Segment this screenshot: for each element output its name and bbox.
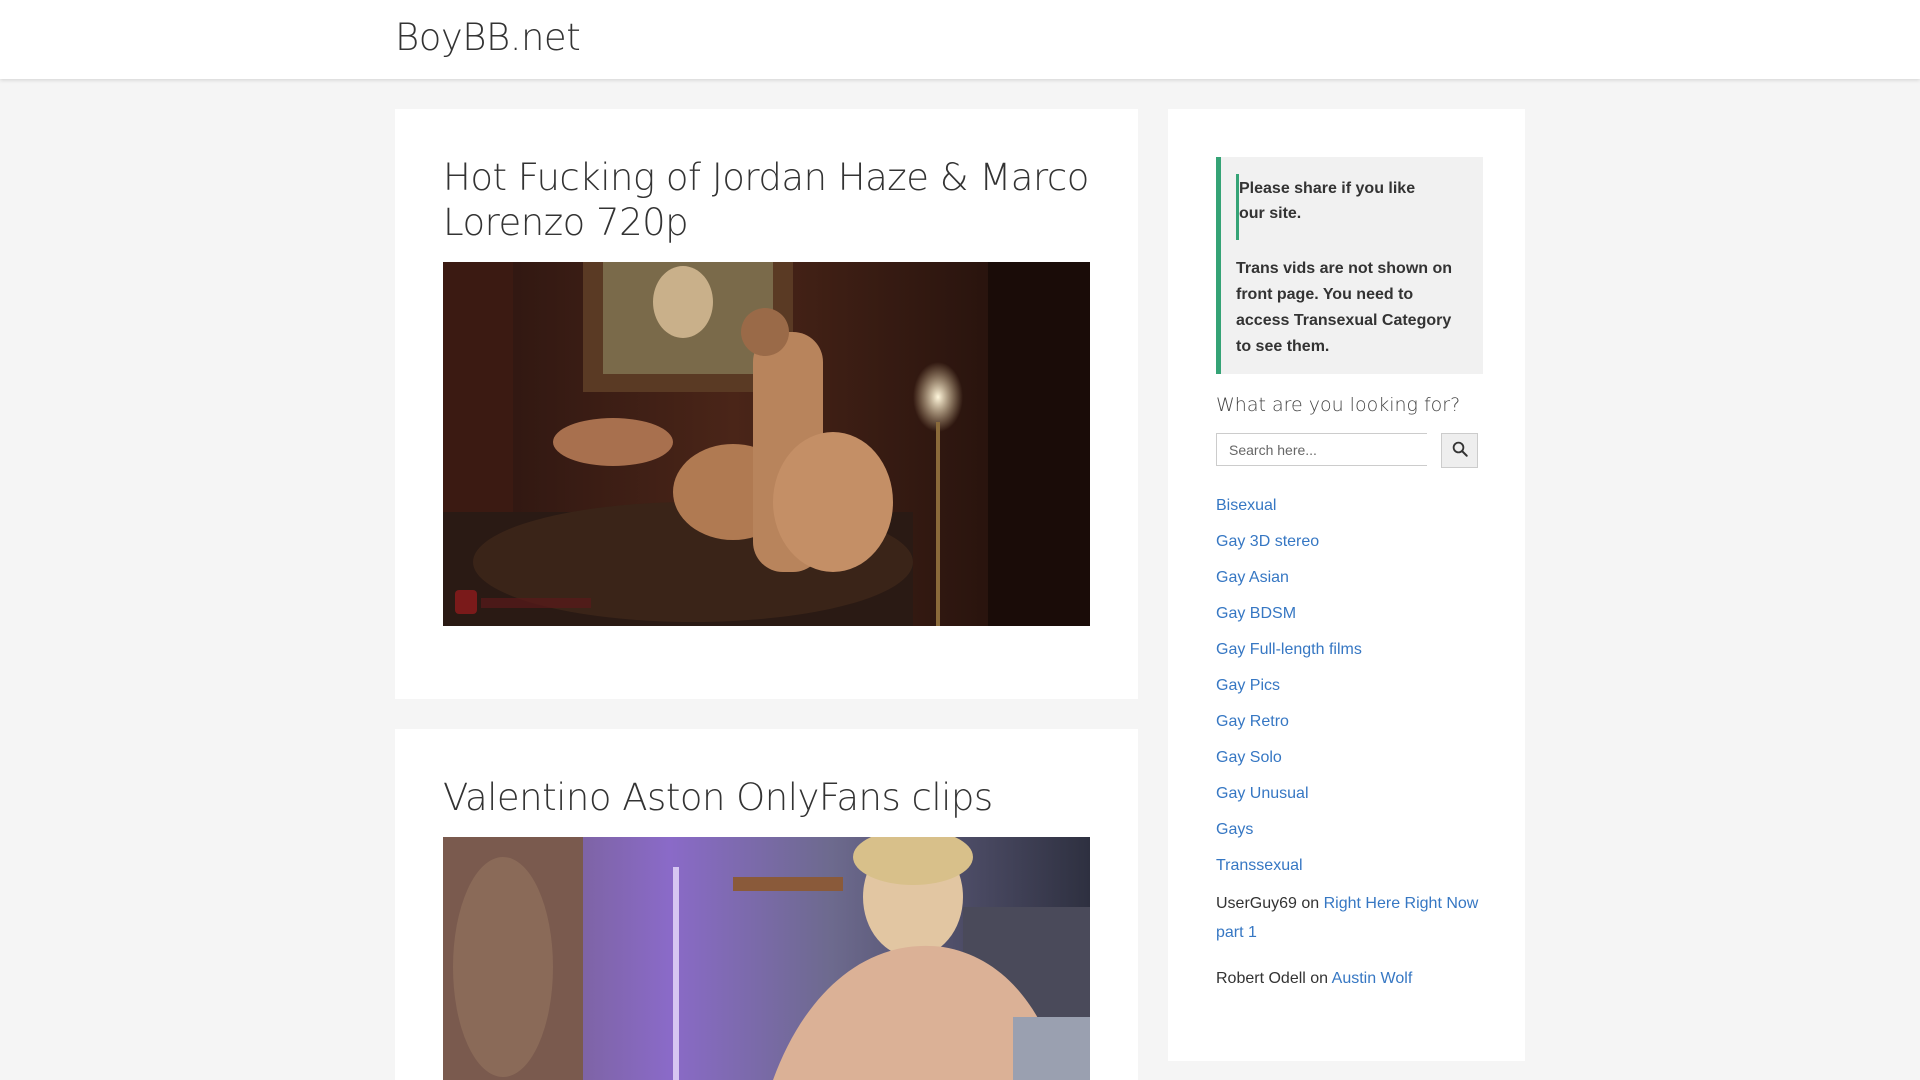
post-thumbnail[interactable] [443, 837, 1090, 1080]
list-item: Gays [1216, 812, 1362, 848]
category-link-gay-bdsm[interactable]: Gay BDSM [1216, 605, 1296, 622]
sidebar: Please share if you like our site. Trans… [1168, 109, 1525, 1061]
category-link-gay-asian[interactable]: Gay Asian [1216, 569, 1289, 586]
category-list: Bisexual Gay 3D stereo Gay Asian Gay BDS… [1216, 488, 1362, 884]
category-link-gay-retro[interactable]: Gay Retro [1216, 713, 1289, 730]
list-item: Gay Solo [1216, 740, 1362, 776]
recent-comment: UserGuy69 on Right Here Right Now part 1 [1216, 889, 1486, 947]
comment-author: Robert Odell [1216, 970, 1306, 987]
post-card: Valentino Aston OnlyFans clips [395, 729, 1138, 1080]
post-card: Hot Fucking of Jordan Haze & Marco Loren… [395, 109, 1138, 699]
category-link-gay-3d-stereo[interactable]: Gay 3D stereo [1216, 533, 1319, 550]
category-link-transsexual[interactable]: Transsexual [1216, 857, 1303, 874]
site-header: BoyBB.net [0, 0, 1920, 79]
post-thumbnail[interactable] [443, 262, 1090, 626]
search-input[interactable] [1216, 433, 1427, 466]
category-link-gays[interactable]: Gays [1216, 821, 1253, 838]
notice-share-text: Please share if you like our site. [1239, 180, 1416, 222]
list-item: Gay BDSM [1216, 596, 1362, 632]
thumbnail-image [443, 837, 1090, 1080]
category-link-bisexual[interactable]: Bisexual [1216, 497, 1276, 514]
category-link-gay-solo[interactable]: Gay Solo [1216, 749, 1282, 766]
list-item: Gay 3D stereo [1216, 524, 1362, 560]
list-item: Transsexual [1216, 848, 1362, 884]
recent-comment: Robert Odell on Austin Wolf [1216, 964, 1486, 993]
list-item: Bisexual [1216, 488, 1362, 524]
list-item: Gay Retro [1216, 704, 1362, 740]
comment-post-link[interactable]: Austin Wolf [1332, 970, 1413, 987]
search-icon [1452, 441, 1468, 457]
notice-trans-text: Trans vids are not shown on front page. … [1236, 260, 1453, 355]
search-heading: What are you looking for? [1216, 394, 1461, 416]
list-item: Gay Pics [1216, 668, 1362, 704]
thumbnail-image [443, 262, 1090, 626]
site-title[interactable]: BoyBB.net [395, 16, 581, 59]
comment-on-text: on [1301, 895, 1320, 912]
post-title[interactable]: Valentino Aston OnlyFans clips [443, 775, 1093, 820]
comment-on-text: on [1310, 970, 1329, 987]
post-title[interactable]: Hot Fucking of Jordan Haze & Marco Loren… [443, 155, 1093, 245]
category-link-gay-unusual[interactable]: Gay Unusual [1216, 785, 1309, 802]
list-item: Gay Asian [1216, 560, 1362, 596]
comment-author: UserGuy69 [1216, 895, 1297, 912]
notice-box: Please share if you like our site. Trans… [1216, 157, 1483, 374]
search-button[interactable] [1441, 433, 1478, 468]
category-link-gay-pics[interactable]: Gay Pics [1216, 677, 1280, 694]
list-item: Gay Full-length films [1216, 632, 1362, 668]
list-item: Gay Unusual [1216, 776, 1362, 812]
category-link-gay-full-length-films[interactable]: Gay Full-length films [1216, 641, 1362, 658]
